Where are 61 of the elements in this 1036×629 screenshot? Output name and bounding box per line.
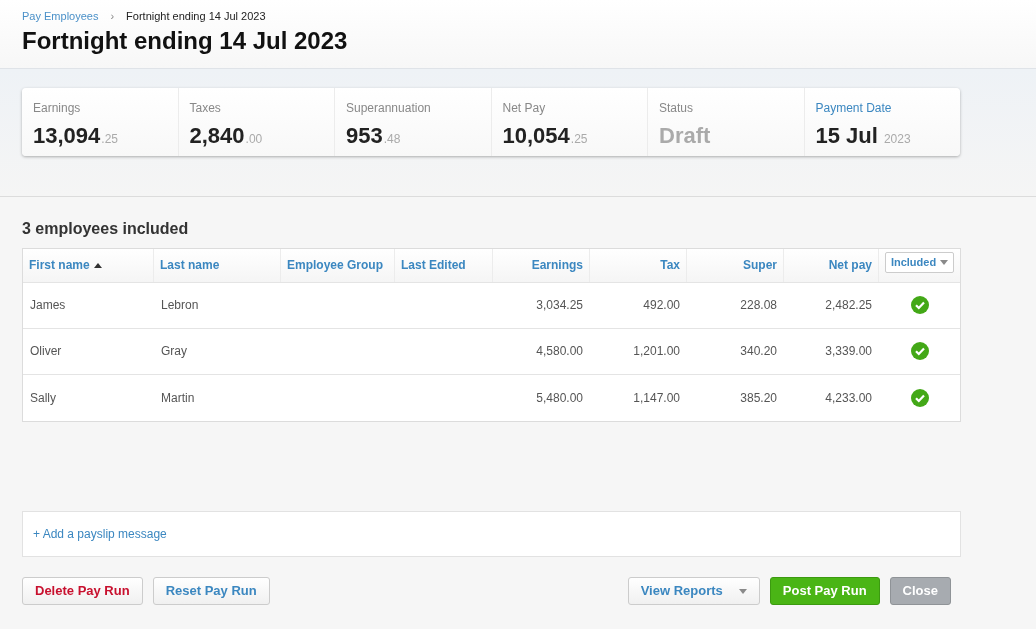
table-cell-text: 2,482.25 bbox=[825, 297, 872, 314]
table-cell-text: Gray bbox=[161, 343, 187, 360]
summary-value-suffix: .48 bbox=[383, 130, 401, 148]
summary-label: Earnings bbox=[33, 99, 82, 117]
included-filter-dropdown[interactable]: Included bbox=[884, 251, 955, 273]
add-payslip-message-link[interactable]: + Add a payslip message bbox=[33, 524, 167, 543]
included-check-icon[interactable] bbox=[910, 296, 929, 314]
summary-value: 13,094 bbox=[33, 121, 101, 150]
column-header[interactable]: Last name bbox=[154, 248, 281, 282]
included-check-icon[interactable] bbox=[910, 342, 929, 360]
summary-value: 953 bbox=[346, 121, 383, 150]
caret-icon bbox=[940, 259, 949, 265]
table-cell-text: 1,201.00 bbox=[633, 343, 680, 360]
table-cell-text: 340.20 bbox=[740, 343, 777, 360]
summary-label: Superannuation bbox=[346, 99, 432, 117]
table-cell-text: 4,233.00 bbox=[825, 389, 872, 407]
column-header[interactable]: Employee Group bbox=[281, 248, 395, 282]
summary-value-suffix: .25 bbox=[570, 130, 588, 148]
column-header[interactable]: Net pay bbox=[784, 248, 879, 282]
summary-value: Draft bbox=[659, 121, 711, 150]
column-header[interactable]: Earnings bbox=[493, 248, 590, 282]
view-reports-dropdown[interactable]: View Reports bbox=[627, 576, 760, 605]
summary-label: Net Pay bbox=[502, 99, 547, 117]
column-header[interactable]: Last Edited bbox=[395, 248, 493, 282]
table-cell-text: James bbox=[30, 297, 66, 314]
column-header[interactable]: First name bbox=[23, 248, 154, 282]
action-button[interactable]: Delete Pay Run bbox=[22, 576, 143, 605]
summary-value-suffix: .00 bbox=[245, 130, 263, 148]
included-check-icon[interactable] bbox=[910, 388, 929, 407]
breadcrumb-current: Fortnight ending 14 Jul 2023 bbox=[126, 9, 266, 24]
table-cell-text: 228.08 bbox=[740, 297, 777, 314]
table-cell-text: 385.20 bbox=[740, 389, 777, 407]
table-cell-text: Oliver bbox=[30, 343, 62, 360]
table-cell-text: 1,147.00 bbox=[633, 389, 680, 407]
action-button[interactable]: Reset Pay Run bbox=[152, 576, 270, 605]
table-cell-text: Martin bbox=[161, 389, 195, 407]
table-cell-text: 3,034.25 bbox=[536, 297, 583, 314]
breadcrumb-link[interactable]: Pay Employees bbox=[22, 8, 99, 25]
column-header[interactable]: Super bbox=[687, 248, 784, 282]
summary-value: 2,840 bbox=[189, 121, 245, 150]
table-cell-text: Sally bbox=[30, 389, 56, 407]
caret-icon bbox=[738, 588, 747, 594]
table-cell-text: 4,580.00 bbox=[536, 343, 583, 360]
summary-label: Status bbox=[659, 99, 695, 117]
summary-value: 10,054 bbox=[502, 121, 570, 150]
table-cell-text: 492.00 bbox=[643, 297, 680, 314]
section-title: 3 employees included bbox=[22, 218, 190, 239]
table-cell-text: 5,480.00 bbox=[536, 389, 583, 407]
breadcrumb-separator: › bbox=[109, 9, 116, 24]
action-button[interactable]: Post Pay Run bbox=[769, 576, 880, 605]
summary-value-suffix: .25 bbox=[101, 130, 118, 148]
table-cell-text: 3,339.00 bbox=[825, 343, 872, 360]
summary-label: Taxes bbox=[189, 99, 222, 117]
column-header[interactable]: Tax bbox=[590, 248, 687, 282]
summary-value: 15 Jul bbox=[815, 121, 878, 150]
table-cell-text: Lebron bbox=[161, 297, 199, 314]
action-button[interactable]: Close bbox=[889, 576, 951, 605]
page-title: Fortnight ending 14 Jul 2023 bbox=[22, 25, 349, 56]
sort-ascending-icon bbox=[93, 262, 102, 268]
summary-label[interactable]: Payment Date bbox=[815, 98, 949, 117]
summary-value-suffix: 2023 bbox=[883, 130, 911, 148]
